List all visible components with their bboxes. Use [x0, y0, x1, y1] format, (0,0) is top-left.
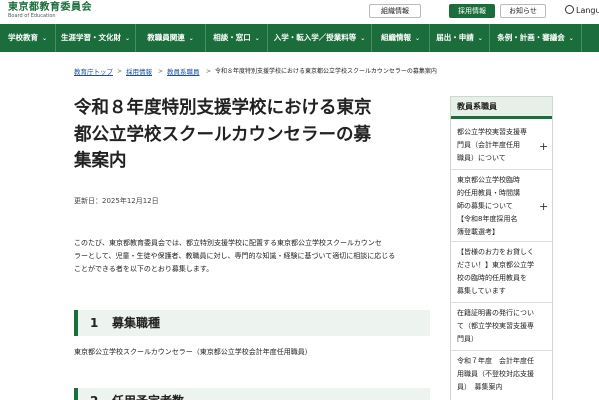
globe-icon [565, 5, 574, 14]
sidebar-item-practical-support[interactable]: 都公立学校実習支援専 門員（会計年度任用 職員）について + [451, 122, 552, 170]
label-line: ださい！】東京都公立学 [457, 261, 534, 269]
label-line: 職員）について [457, 154, 506, 162]
intro-paragraph: このたび、東京都教育委員会では、都立特別支援学校に配置する東京都公立学校スクール… [74, 237, 430, 276]
section-heading-2: 2 任用予定者数 [74, 388, 430, 400]
language-label: Langu [576, 6, 599, 15]
label-line: て（都立学校実習支援専 [457, 322, 534, 330]
sidebar: 教員系職員 都公立学校実習支援専 門員（会計年度任用 職員）について + 東京都… [450, 96, 553, 400]
label-line: 【令和8年度採用名 [457, 215, 518, 223]
page-title: 令和８年度特別支援学校における東京 都公立学校スクールカウンセラーの募 集案内 [74, 95, 434, 175]
util-link-organization[interactable]: 組織情報 [369, 4, 421, 18]
nav-label: 入学・転入学／授業料等 [273, 33, 357, 42]
chevron-down-icon: ⌄ [124, 35, 131, 42]
sidebar-heading: 教員系職員 [451, 97, 552, 119]
nav-label: 相談・窓口 [213, 33, 251, 42]
chevron-right-icon: > [117, 68, 123, 75]
sidebar-item-label: 令和７年度 会計年度任 用職員（不登校対応支援 員） 募集案内 [457, 355, 549, 394]
intro-line: ラーとして、児童・生徒や保護者、教職員に対し、専門的な知識・経験に基づいて適切に… [74, 252, 396, 260]
nav-consultation[interactable]: 相談・窓口 ⌄ [206, 24, 268, 52]
label-line: 門員（会計年度任用 [457, 141, 520, 149]
nav-ordinances[interactable]: 条例・計画・審議会 ⌄ [490, 24, 582, 52]
breadcrumb: 教育庁トップ > 採用情報 > 教員系職員 > 令和８年度特別支援学校における東… [0, 62, 599, 82]
nav-label: 学校教育 [7, 33, 38, 42]
section-1-text: 東京都公立学校スクールカウンセラー（東京都公立学校会計年度任用職員） [74, 348, 312, 356]
label-line: 都公立学校実習支援専 [457, 128, 527, 136]
nav-admission-tuition[interactable]: 入学・転入学／授業料等 ⌄ [268, 24, 372, 52]
chevron-down-icon: ⌄ [360, 35, 366, 42]
logo-subtext: Board of Education [8, 13, 56, 19]
sidebar-item-truancy-support[interactable]: 令和７年度 会計年度任 用職員（不登校対応支援 員） 募集案内 [451, 351, 552, 400]
nav-lifelong-learning[interactable]: 生涯学習・文化財 ⌄ [56, 24, 136, 52]
breadcrumb-recruitment[interactable]: 採用情報 [126, 62, 152, 82]
title-line: 令和８年度特別支援学校における東京 [74, 98, 372, 118]
nav-label: 届出・申請 [436, 33, 474, 42]
chevron-down-icon: ⌄ [188, 35, 194, 42]
nav-label: 組織情報 [380, 33, 411, 42]
section-number: 1 [90, 316, 99, 330]
chevron-down-icon: ⌄ [414, 35, 421, 42]
plus-icon[interactable]: + [539, 141, 548, 152]
nav-organization[interactable]: 組織情報 ⌄ [372, 24, 430, 52]
chevron-down-icon: ⌄ [477, 35, 483, 42]
sidebar-item-temporary-teachers[interactable]: 東京都公立学校臨時 的任用教員・時間講 師の募集について 【令和8年度採用名 簿… [451, 170, 552, 242]
top-bar: 東京都教育委員会 Board of Education 組織情報 採用情報 お知… [0, 0, 599, 24]
sidebar-item-enrollment-certificate[interactable]: 在籍証明書の発行につい て（都立学校実習支援専 門員） [451, 303, 552, 351]
language-selector[interactable]: Langu [565, 4, 599, 18]
title-line: 都公立学校スクールカウンセラーの募 [74, 124, 371, 145]
logo-text: 東京都教育委員会 [8, 2, 92, 13]
plus-icon[interactable]: + [539, 201, 548, 212]
global-nav: 学校教育 ⌄ 生涯学習・文化財 ⌄ 教職員関連 ⌄ 相談・窓口 ⌄ 入学・転入学／授業料… [0, 24, 599, 52]
nav-staff-related[interactable]: 教職員関連 ⌄ [136, 24, 206, 52]
util-link-recruitment[interactable]: 採用情報 [449, 4, 495, 18]
label-line: 校の臨時的任用教員を [457, 274, 527, 282]
label-line: 【皆様のお力をお貸しく [457, 248, 534, 256]
label-line: 門員） [457, 335, 478, 343]
section-title: 募集職種 [112, 316, 161, 330]
label-line: 東京都公立学校臨時 [457, 176, 520, 184]
label-line: 師の募集について [457, 202, 513, 210]
nav-applications[interactable]: 届出・申請 ⌄ [430, 24, 490, 52]
title-line: 集案内 [74, 151, 127, 171]
label-line: 在籍証明書の発行につい [457, 309, 534, 317]
util-link-news[interactable]: お知らせ [500, 4, 546, 18]
chevron-down-icon: ⌄ [568, 35, 574, 42]
section-heading-1: 1 募集職種 [74, 310, 430, 336]
intro-line: このたび、東京都教育委員会では、都立特別支援学校に配置する東京都公立学校スクール… [74, 239, 382, 247]
nav-label: 生涯学習・文化財 [60, 33, 121, 42]
breadcrumb-teacher-staff[interactable]: 教員系職員 [167, 62, 200, 82]
nav-label: 教職員関連 [147, 33, 185, 42]
section-number: 2 [90, 388, 98, 400]
section-title: 任用予定者数 [112, 388, 184, 400]
sidebar-item-label: 在籍証明書の発行につい て（都立学校実習支援専 門員） [457, 307, 549, 346]
label-line: 員） 募集案内 [457, 383, 503, 391]
chevron-right-icon: > [158, 68, 164, 75]
nav-label: 条例・計画・審議会 [497, 33, 565, 42]
label-line: 募集しています [457, 287, 506, 295]
updated-date: 更新日：2025年12月12日 [74, 197, 159, 205]
sidebar-item-label: 都公立学校実習支援専 門員（会計年度任用 職員）について [457, 126, 537, 165]
label-line: 簿登載選考】 [457, 228, 499, 236]
chevron-right-icon: > [206, 68, 212, 75]
chevron-down-icon: ⌄ [41, 35, 48, 42]
nav-school-education[interactable]: 学校教育 ⌄ [0, 24, 56, 52]
label-line: 用職員（不登校対応支援 [457, 370, 534, 378]
label-line: 令和７年度 会計年度任 [457, 357, 534, 365]
label-line: 的任用教員・時間講 [457, 189, 520, 197]
sidebar-item-please-help[interactable]: 【皆様のお力をお貸しく ださい！】東京都公立学 校の臨時的任用教員を 募集してい… [451, 242, 552, 303]
intro-line: ことができる者を以下のとおり募集します。 [74, 265, 214, 273]
sidebar-item-label: 東京都公立学校臨時 的任用教員・時間講 師の募集について 【令和8年度採用名 簿… [457, 174, 537, 239]
sidebar-item-label: 【皆様のお力をお貸しく ださい！】東京都公立学 校の臨時的任用教員を 募集してい… [457, 246, 549, 298]
breadcrumb-top[interactable]: 教育庁トップ [74, 62, 113, 82]
site-logo[interactable]: 東京都教育委員会 Board of Education [8, 2, 92, 19]
chevron-down-icon: ⌄ [254, 35, 260, 42]
breadcrumb-current: 令和８年度特別支援学校における東京都公立学校スクールカウンセラーの募集案内 [215, 68, 437, 75]
